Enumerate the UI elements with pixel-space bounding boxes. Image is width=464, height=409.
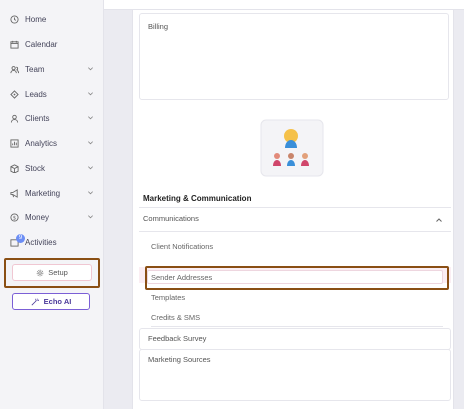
sidebar-item-team[interactable]: Team [10, 60, 100, 78]
communications-accordion-header[interactable]: Communications [143, 214, 443, 228]
analytics-icon [10, 138, 19, 148]
sidebar-item-label: Team [25, 64, 45, 74]
money-icon: $ [10, 212, 19, 222]
card-title: Feedback Survey [148, 334, 207, 343]
echo-ai-button[interactable]: Echo AI [12, 293, 90, 310]
sidebar-item-label: Calendar [25, 39, 58, 49]
clock-icon [10, 14, 19, 24]
billing-title: Billing [148, 22, 169, 31]
notification-badge: 9 [16, 233, 25, 243]
sidebar-item-leads[interactable]: Leads [10, 85, 100, 103]
setup-button[interactable]: Setup [12, 264, 92, 281]
marketing-sources-card[interactable]: Marketing Sources [139, 349, 451, 401]
divider [139, 207, 451, 208]
gear-icon [36, 269, 44, 276]
sidebar-item-activities[interactable]: 9 Activities [10, 233, 100, 251]
accordion-label: Communications [143, 214, 199, 223]
sidebar-item-label: Marketing [25, 188, 61, 198]
sidebar-item-label: Home [25, 14, 47, 24]
sidebar-item-analytics[interactable]: Analytics [10, 134, 100, 152]
sidebar-item-label: Clients [25, 113, 50, 123]
sidebar-item-calendar[interactable]: Calendar [10, 35, 100, 53]
svg-text:$: $ [13, 215, 16, 221]
activities-icon: 9 [10, 233, 25, 247]
setup-label: Setup [48, 268, 68, 277]
settings-panel: Billing Marketing & Communication Commun… [132, 10, 454, 409]
billing-card[interactable]: Billing [139, 13, 449, 100]
main-content: Billing Marketing & Communication Commun… [104, 0, 464, 409]
menu-item-client-notifications[interactable]: Client Notifications [151, 242, 213, 251]
megaphone-icon [10, 188, 19, 198]
leads-icon [10, 89, 19, 99]
chevron-down-icon [88, 166, 93, 170]
sidebar-item-marketing[interactable]: Marketing [10, 184, 100, 202]
sidebar-item-label: Money [25, 212, 50, 222]
card-title: Marketing Sources [148, 355, 211, 364]
sidebar-item-label: Leads [25, 89, 47, 99]
calendar-icon [10, 40, 19, 49]
chevron-down-icon [88, 92, 93, 96]
section-title: Marketing & Communication [143, 194, 252, 203]
feedback-survey-card[interactable]: Feedback Survey [139, 328, 451, 350]
top-bar [104, 0, 464, 10]
echo-ai-label: Echo AI [43, 297, 72, 306]
sidebar-item-stock[interactable]: Stock [10, 159, 100, 177]
team-icon [10, 65, 19, 74]
sidebar-item-money[interactable]: $ Money [10, 208, 100, 226]
chevron-down-icon [88, 215, 93, 219]
sidebar-item-clients[interactable]: Clients [10, 109, 100, 127]
chevron-down-icon [88, 141, 93, 145]
chevron-down-icon [88, 191, 93, 195]
divider [151, 326, 443, 327]
communication-illustration-icon [260, 119, 324, 177]
sparkle-icon [31, 298, 39, 305]
menu-item-templates[interactable]: Templates [151, 293, 185, 302]
sidebar: Home Calendar Team Leads Clients Analyti… [0, 0, 104, 409]
sidebar-item-label: Stock [25, 163, 46, 173]
chevron-down-icon [88, 116, 93, 120]
menu-item-credits-sms[interactable]: Credits & SMS [151, 313, 200, 322]
menu-item-sender-addresses[interactable]: Sender Addresses [151, 273, 212, 282]
sidebar-item-label: Analytics [25, 138, 58, 148]
sidebar-item-label: Activities [25, 237, 57, 247]
user-icon [10, 114, 19, 123]
divider [139, 231, 451, 232]
chevron-down-icon [88, 67, 93, 71]
stock-icon [10, 163, 19, 173]
chevron-up-icon[interactable] [435, 216, 443, 224]
sidebar-item-home[interactable]: Home [10, 10, 100, 28]
